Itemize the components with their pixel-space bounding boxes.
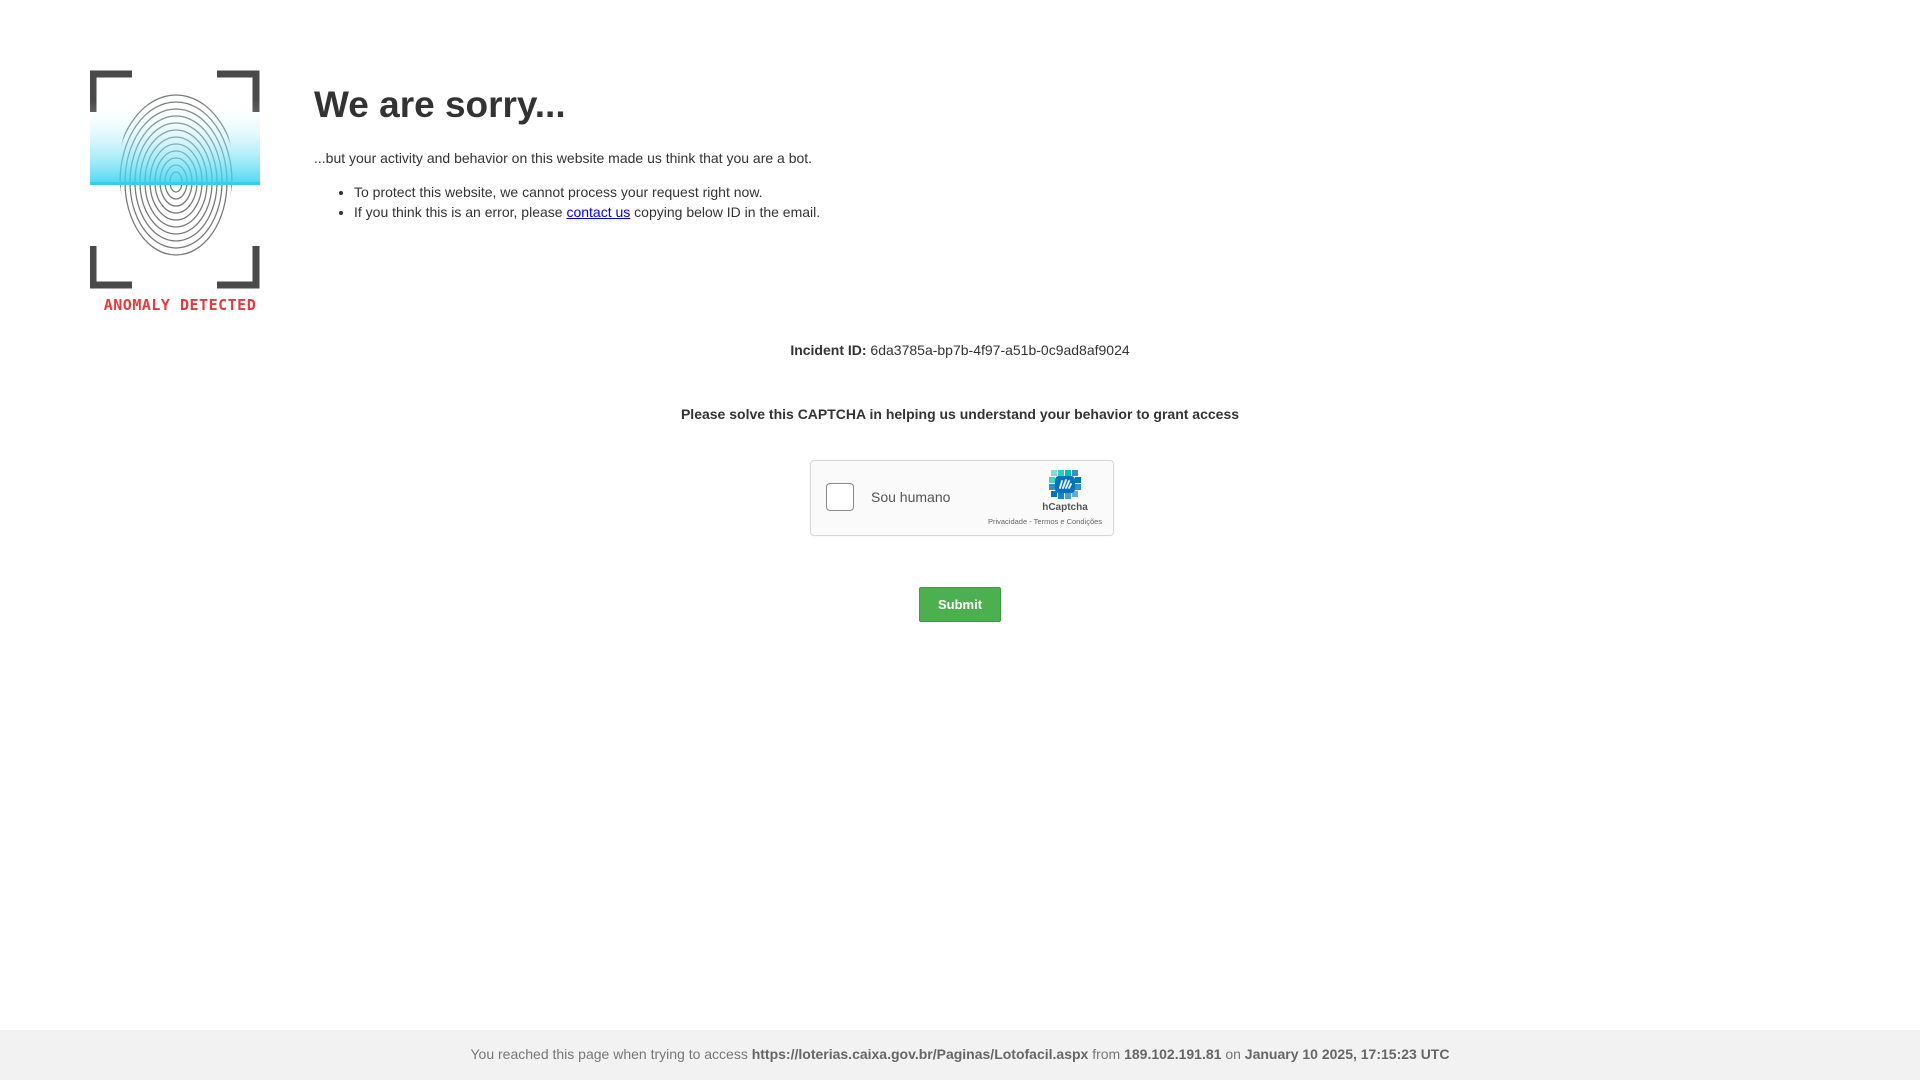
fingerprint-icon (90, 70, 260, 289)
captcha-prompt: Please solve this CAPTCHA in helping us … (680, 406, 1240, 422)
anomaly-logo: ANOMALY DETECTED (90, 70, 270, 320)
footer-datetime: January 10 2025, 17:15:23 UTC (1244, 1046, 1450, 1062)
captcha-brand-name: hCaptcha (1042, 502, 1088, 513)
reason-item-protect: To protect this website, we cannot proce… (354, 182, 1214, 202)
message-block: We are sorry... ...but your activity and… (314, 80, 1214, 222)
footer-url: https://loterias.caixa.gov.br/Paginas/Lo… (751, 1046, 1089, 1062)
reason-text-after: copying below ID in the email. (630, 204, 821, 220)
captcha-checkbox[interactable] (826, 483, 854, 511)
footer-from-label: from (1088, 1046, 1125, 1062)
captcha-checkbox-label: Sou humano (871, 489, 951, 505)
page-title: We are sorry... (314, 84, 566, 125)
incident-label: Incident ID: (790, 342, 867, 358)
footer: You reached this page when trying to acc… (0, 1030, 1920, 1080)
footer-on-label: on (1221, 1046, 1245, 1062)
reason-item-error: If you think this is an error, please co… (354, 202, 1214, 222)
footer-ip: 189.102.191.81 (1124, 1046, 1222, 1062)
hcaptcha-widget: Sou humano hCaptcha Privacidade - Termos… (810, 460, 1114, 536)
contact-us-link[interactable]: contact us (566, 204, 630, 220)
page: ANOMALY DETECTED We are sorry... ...but … (0, 0, 1920, 1080)
reasons-list: To protect this website, we cannot proce… (314, 182, 1214, 222)
submit-button[interactable]: Submit (919, 587, 1001, 622)
footer-prefix: You reached this page when trying to acc… (470, 1046, 752, 1062)
incident-id: Incident ID: 6da3785a-bp7b-4f97-a51b-0c9… (0, 342, 1920, 358)
captcha-privacy-link[interactable]: Privacidade (988, 517, 1027, 526)
incident-value: 6da3785a-bp7b-4f97-a51b-0c9ad8af9024 (866, 342, 1130, 358)
page-subtitle: ...but your activity and behavior on thi… (314, 150, 813, 166)
captcha-links: Privacidade - Termos e Condições (985, 517, 1105, 526)
captcha-brand: hCaptcha Privacidade - Termos e Condiçõe… (985, 469, 1105, 526)
hcaptcha-logo-icon (1049, 470, 1081, 499)
captcha-terms-link[interactable]: Termos e Condições (1034, 517, 1102, 526)
reason-text-before: If you think this is an error, please (354, 204, 567, 220)
logo-caption: ANOMALY DETECTED (103, 296, 257, 314)
